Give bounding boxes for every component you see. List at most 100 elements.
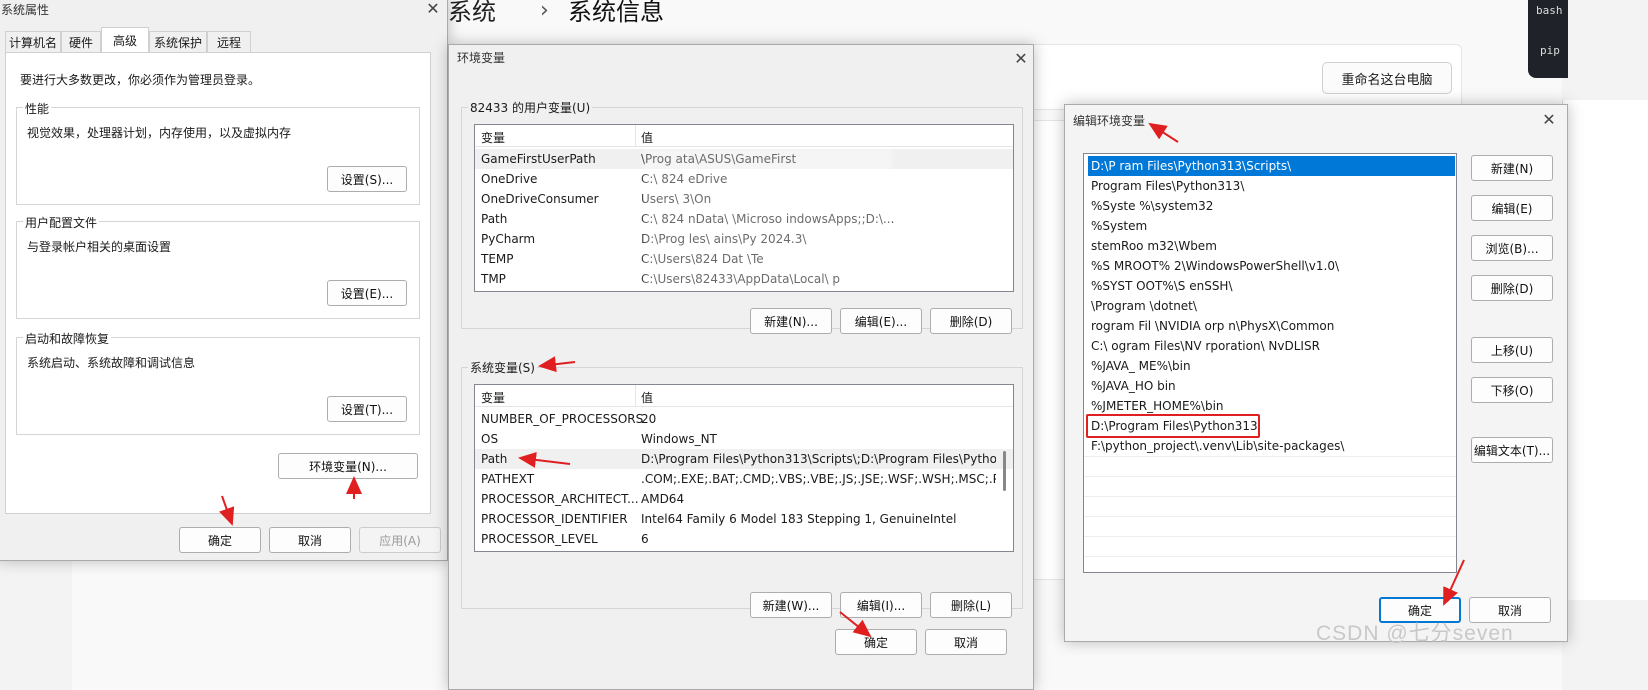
var-name: TEMP: [481, 252, 514, 266]
list-item[interactable]: stemRoo m32\Wbem: [1088, 236, 1455, 256]
dialog-title: 系统属性: [1, 3, 50, 17]
startup-recovery-settings-button[interactable]: 设置(T)...: [327, 396, 407, 422]
new-path-label: 新建(N): [1490, 161, 1534, 176]
list-item[interactable]: %S MROOT% 2\WindowsPowerShell\v1.0\: [1088, 256, 1455, 276]
edit-path-label: 编辑(E): [1491, 201, 1533, 216]
list-item[interactable]: %JAVA_HO bin: [1088, 376, 1455, 396]
list-scrollbar[interactable]: [1003, 451, 1006, 491]
list-item[interactable]: %JMETER_HOME%\bin: [1088, 396, 1455, 416]
move-up-label: 上移(U): [1490, 343, 1534, 358]
user-delete-button[interactable]: 删除(D): [930, 308, 1012, 334]
cancel-button[interactable]: 取消: [925, 629, 1007, 655]
user-profiles-desc: 与登录帐户相关的桌面设置: [27, 240, 172, 254]
environment-variables-button[interactable]: 环境变量(N)...: [278, 453, 418, 479]
list-item[interactable]: %JAVA_ ME%\bin: [1088, 356, 1455, 376]
browse-label: 浏览(B)...: [1485, 241, 1539, 256]
tab-advanced[interactable]: 高级: [101, 27, 149, 53]
list-item[interactable]: %SYST OOT%\S enSSH\: [1088, 276, 1455, 296]
list-item[interactable]: rogram Fil \NVIDIA orp n\PhysX\Common: [1088, 316, 1455, 336]
system-variables-list[interactable]: 变量 值 NUMBER_OF_PROCESSORS 20 OS Windows_NT…: [474, 384, 1014, 552]
system-edit-button[interactable]: 编辑(I)...: [840, 592, 922, 618]
row-divider: [1084, 476, 1456, 477]
list-item[interactable]: Program Files\Python313\: [1088, 176, 1455, 196]
system-properties-dialog: 系统属性 ✕ 计算机名 硬件 高级 系统保护 远程 要进行大多数更改，你必须作为…: [0, 0, 448, 561]
user-variables-list[interactable]: 变量 值 GameFirstUserPath \Prog ata\ASUS\Gam…: [474, 124, 1014, 292]
row-divider: [1084, 556, 1456, 557]
performance-desc: 视觉效果，处理器计划，内存使用，以及虚拟内存: [27, 126, 292, 140]
table-row[interactable]: NUMBER_OF_PROCESSORS 20: [475, 409, 1013, 429]
tab-hardware[interactable]: 硬件: [61, 31, 101, 53]
ok-button[interactable]: 确定: [835, 629, 917, 655]
startup-recovery-group-label: 启动和故障恢复: [23, 330, 112, 347]
column-divider[interactable]: [635, 385, 636, 407]
breadcrumb-system[interactable]: 系统: [448, 0, 496, 26]
move-down-button[interactable]: 下移(O): [1471, 377, 1553, 403]
var-name: TMP: [481, 272, 506, 286]
var-name: PROCESSOR_LEVEL: [481, 532, 598, 546]
column-variable[interactable]: 变量: [481, 129, 505, 146]
terminal-line: pip: [1540, 44, 1560, 57]
move-up-button[interactable]: 上移(U): [1471, 337, 1553, 363]
user-variables-group-label: 82433 的用户变量(U): [468, 99, 593, 116]
terminal-line: bash: [1536, 4, 1563, 17]
user-variables-group: 82433 的用户变量(U) 变量 值 GameFirstUserPath \Pr…: [461, 99, 1023, 334]
user-edit-button[interactable]: 编辑(E)...: [840, 308, 922, 334]
column-variable[interactable]: 变量: [481, 389, 505, 406]
new-path-button[interactable]: 新建(N): [1471, 155, 1553, 181]
admin-note: 要进行大多数更改，你必须作为管理员登录。: [20, 73, 261, 87]
user-profiles-group: 用户配置文件 与登录帐户相关的桌面设置 设置(E)...: [16, 214, 420, 319]
var-name: Path: [481, 212, 508, 226]
cancel-button[interactable]: 取消: [269, 527, 351, 553]
edit-environment-variable-dialog: 编辑环境变量 ✕ D:\P ram Files\Python313\Script…: [1064, 104, 1568, 642]
apply-button[interactable]: 应用(A): [359, 527, 441, 553]
list-item[interactable]: F:\python_project\.venv\Lib\site-package…: [1088, 436, 1455, 456]
system-new-button[interactable]: 新建(W)...: [750, 592, 832, 618]
advanced-tab-panel: 要进行大多数更改，你必须作为管理员登录。 性能 视觉效果，处理器计划，内存使用，…: [5, 52, 431, 514]
close-icon[interactable]: ✕: [425, 1, 441, 17]
tab-computer-name[interactable]: 计算机名: [5, 31, 61, 53]
move-down-label: 下移(O): [1490, 383, 1534, 398]
table-row[interactable]: PROCESSOR_LEVEL 6: [475, 529, 1013, 549]
system-variables-group: 系统变量(S) 变量 值 NUMBER_OF_PROCESSORS 20 OS Wi…: [461, 359, 1023, 618]
column-divider[interactable]: [635, 125, 636, 147]
var-value: Intel64 Family 6 Model 183 Stepping 1, G…: [641, 512, 957, 526]
table-row[interactable]: PROCESSOR_IDENTIFIER Intel64 Family 6 Mod…: [475, 509, 1013, 529]
rename-pc-button[interactable]: 重命名这台电脑: [1322, 62, 1452, 94]
path-entries-list[interactable]: D:\P ram Files\Python313\Scripts\ Progra…: [1083, 153, 1457, 573]
list-header: 变量 值: [475, 385, 1013, 407]
delete-path-button[interactable]: 删除(D): [1471, 275, 1553, 301]
system-delete-button[interactable]: 删除(L): [930, 592, 1012, 618]
table-row[interactable]: PATHEXT .COM;.EXE;.BAT;.CMD;.VBS;.VBE;.JS…: [475, 469, 1013, 489]
row-divider: [1084, 516, 1456, 517]
delete-path-label: 删除(D): [1490, 281, 1534, 296]
edit-path-button[interactable]: 编辑(E): [1471, 195, 1553, 221]
ok-button[interactable]: 确定: [179, 527, 261, 553]
list-item[interactable]: %System: [1088, 216, 1455, 236]
list-item[interactable]: D:\P ram Files\Python313\Scripts\: [1088, 156, 1455, 176]
close-icon[interactable]: ✕: [1541, 112, 1557, 128]
list-item[interactable]: %Syste %\system32: [1088, 196, 1455, 216]
table-row[interactable]: PROCESSOR_ARCHITECT... AMD64: [475, 489, 1013, 509]
var-name: NUMBER_OF_PROCESSORS: [481, 412, 644, 426]
row-divider: [1084, 536, 1456, 537]
close-icon[interactable]: ✕: [1013, 51, 1029, 67]
list-item[interactable]: C:\ ogram Files\NV rporation\ NvDLISR: [1088, 336, 1455, 356]
column-value[interactable]: 值: [641, 389, 653, 406]
row-divider: [1084, 456, 1456, 457]
var-value: 6: [641, 532, 649, 546]
column-value[interactable]: 值: [641, 129, 653, 146]
tab-system-protection[interactable]: 系统保护: [149, 31, 207, 53]
user-new-button[interactable]: 新建(N)...: [750, 308, 832, 334]
var-name: Path: [481, 452, 508, 466]
list-item[interactable]: \Program \dotnet\: [1088, 296, 1455, 316]
breadcrumb: 系统: [448, 0, 496, 27]
table-row[interactable]: OS Windows_NT: [475, 429, 1013, 449]
table-row[interactable]: Path D:\Program Files\Python313\Scripts\;…: [475, 449, 1013, 469]
edit-text-button[interactable]: 编辑文本(T)...: [1471, 437, 1553, 463]
performance-settings-button[interactable]: 设置(S)...: [327, 166, 407, 192]
user-profiles-settings-button[interactable]: 设置(E)...: [327, 280, 407, 306]
startup-recovery-desc: 系统启动、系统故障和调试信息: [27, 356, 196, 370]
tab-remote[interactable]: 远程: [207, 31, 251, 53]
browse-button[interactable]: 浏览(B)...: [1471, 235, 1553, 261]
var-value: AMD64: [641, 492, 685, 506]
